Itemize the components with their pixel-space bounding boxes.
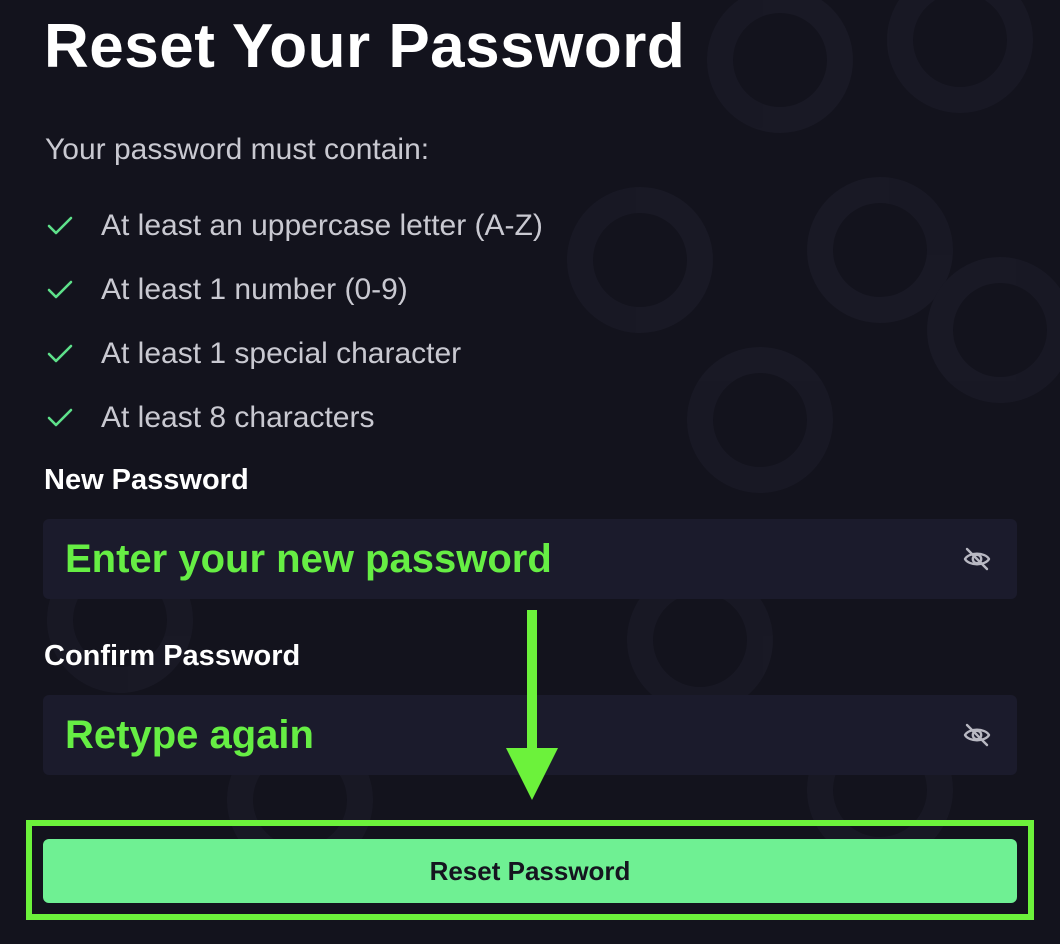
requirement-item-number: At least 1 number (0-9) — [45, 258, 543, 322]
eye-slash-icon[interactable] — [961, 543, 993, 575]
requirement-item-length: At least 8 characters — [45, 386, 543, 450]
check-icon — [45, 211, 75, 241]
new-password-input[interactable] — [43, 519, 923, 599]
new-password-label: New Password — [44, 464, 249, 496]
new-password-field — [43, 519, 1017, 599]
down-arrow-annotation — [506, 610, 558, 800]
requirement-label: At least 1 number (0-9) — [101, 273, 408, 306]
check-icon — [45, 403, 75, 433]
requirement-label: At least 8 characters — [101, 401, 375, 434]
requirement-item-special: At least 1 special character — [45, 322, 543, 386]
confirm-password-label: Confirm Password — [44, 640, 301, 672]
requirement-label: At least an uppercase letter (A-Z) — [101, 209, 543, 242]
eye-slash-icon[interactable] — [961, 719, 993, 751]
reset-password-button[interactable]: Reset Password — [43, 839, 1017, 903]
requirement-label: At least 1 special character — [101, 337, 462, 370]
check-icon — [45, 339, 75, 369]
requirements-list: At least an uppercase letter (A-Z) At le… — [45, 194, 543, 450]
page-title: Reset Your Password — [44, 12, 686, 81]
check-icon — [45, 275, 75, 305]
confirm-password-input[interactable] — [43, 695, 923, 775]
requirements-intro: Your password must contain: — [45, 133, 430, 166]
requirement-item-uppercase: At least an uppercase letter (A-Z) — [45, 194, 543, 258]
